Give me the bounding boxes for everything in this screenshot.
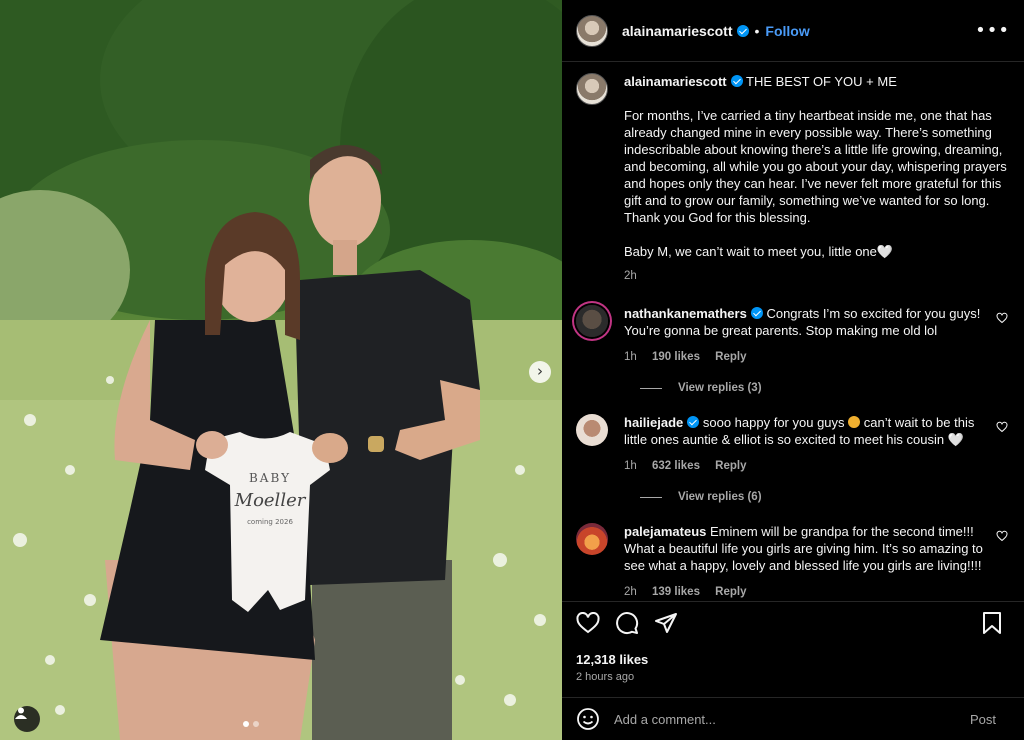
more-icon[interactable]: ••• bbox=[975, 20, 1010, 41]
emoji-face-icon bbox=[848, 416, 861, 428]
onesie-text-baby: BABY bbox=[249, 471, 291, 485]
caption-username[interactable]: alainamariescott bbox=[624, 74, 727, 89]
comment-likes[interactable]: 632 likes bbox=[652, 460, 700, 472]
post-panel: alainamariescott • Follow ••• alainamari… bbox=[562, 0, 1024, 740]
heart-icon[interactable] bbox=[996, 312, 1008, 324]
next-photo-button[interactable]: › bbox=[529, 361, 551, 383]
comment-username[interactable]: nathankanemathers bbox=[624, 306, 747, 321]
comment-time: 2h bbox=[624, 586, 637, 598]
carousel-dot bbox=[243, 721, 249, 727]
comments-list[interactable]: alainamariescott THE BEST OF YOU + ME Fo… bbox=[562, 63, 1024, 601]
avatar[interactable] bbox=[576, 73, 608, 105]
avatar[interactable] bbox=[576, 305, 608, 337]
verified-icon bbox=[750, 307, 763, 319]
reply-button[interactable]: Reply bbox=[715, 351, 746, 363]
post-timestamp: 2 hours ago bbox=[576, 671, 635, 683]
emoji-icon[interactable] bbox=[576, 707, 600, 731]
follow-button[interactable]: Follow bbox=[765, 23, 809, 39]
avatar[interactable] bbox=[576, 523, 608, 555]
comment-composer: Post bbox=[562, 697, 1024, 740]
post-comment-button[interactable]: Post bbox=[970, 712, 996, 727]
verified-icon bbox=[736, 24, 749, 37]
comment-likes[interactable]: 139 likes bbox=[652, 586, 700, 598]
comment-input[interactable] bbox=[614, 711, 970, 727]
caption-text: For months, I’ve carried a tiny heartbea… bbox=[624, 108, 1007, 259]
avatar[interactable] bbox=[576, 414, 608, 446]
post-photo[interactable]: BABY Moeller coming 2026 › bbox=[0, 0, 562, 740]
verified-icon bbox=[687, 416, 700, 428]
comment-username[interactable]: hailiejade bbox=[624, 415, 683, 430]
heart-icon[interactable] bbox=[996, 421, 1008, 433]
couple-photo: BABY Moeller coming 2026 bbox=[0, 0, 562, 740]
user-tag-icon[interactable] bbox=[14, 706, 40, 732]
bookmark-icon[interactable] bbox=[982, 612, 1002, 634]
post-header: alainamariescott • Follow ••• bbox=[562, 0, 1024, 62]
caption-time: 2h bbox=[624, 270, 637, 282]
like-count[interactable]: 12,318 likes bbox=[576, 652, 1010, 667]
heart-icon[interactable] bbox=[996, 530, 1008, 542]
carousel-dots bbox=[243, 721, 259, 727]
avatar[interactable] bbox=[576, 14, 608, 47]
caption-title: THE BEST OF YOU + ME bbox=[746, 74, 897, 89]
like-heart-icon[interactable] bbox=[576, 612, 600, 634]
share-icon[interactable] bbox=[654, 611, 678, 635]
comment-item: nathankanemathers Congrats I’m so excite… bbox=[576, 305, 1008, 366]
view-replies-button[interactable]: View replies (3) bbox=[640, 382, 1008, 394]
header-username[interactable]: alainamariescott bbox=[622, 23, 733, 39]
comment-item: hailiejade sooo happy for you guys can’t… bbox=[576, 414, 1008, 475]
comment-username[interactable]: palejamateus bbox=[624, 524, 706, 539]
onesie-text-year: coming 2026 bbox=[247, 518, 293, 526]
view-replies-button[interactable]: View replies (6) bbox=[640, 491, 1008, 503]
carousel-dot bbox=[253, 721, 259, 727]
comment-icon[interactable] bbox=[615, 611, 639, 635]
comment-time: 1h bbox=[624, 460, 637, 472]
reply-button[interactable]: Reply bbox=[715, 586, 746, 598]
comment-time: 1h bbox=[624, 351, 637, 363]
post-actions: 12,318 likes 2 hours ago bbox=[562, 601, 1024, 691]
comment-likes[interactable]: 190 likes bbox=[652, 351, 700, 363]
verified-icon bbox=[730, 75, 743, 87]
comment-text: sooo happy for you guys bbox=[702, 415, 845, 430]
onesie-text-name: Moeller bbox=[234, 490, 307, 511]
reply-button[interactable]: Reply bbox=[715, 460, 746, 472]
header-separator: • bbox=[754, 22, 760, 39]
caption: alainamariescott THE BEST OF YOU + ME Fo… bbox=[576, 73, 1008, 285]
comment-item: palejamateus Eminem will be grandpa for … bbox=[576, 523, 1008, 601]
